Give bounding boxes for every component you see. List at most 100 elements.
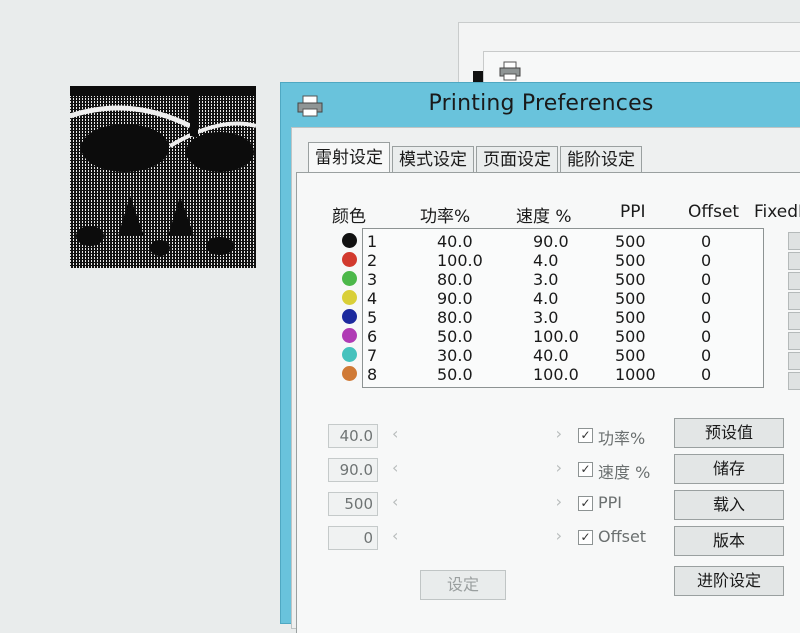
slider-left-arrow[interactable]: ‹ [392, 424, 398, 443]
row-power: 100.0 [437, 251, 483, 270]
header-color: 颜色 [332, 207, 366, 227]
header-power: 功率% [420, 207, 471, 227]
row-index: 7 [367, 346, 378, 365]
slider-right-arrow[interactable]: › [556, 424, 562, 443]
row-index: 6 [367, 327, 378, 346]
slider-right-arrow[interactable]: › [556, 492, 562, 511]
tab-strip: 雷射设定 模式设定 页面设定 能阶设定 [308, 142, 644, 173]
table-row[interactable]: 6 50.0 100.0 500 0 [363, 327, 753, 346]
layer-table[interactable]: 1 40.0 90.0 500 0 2 100.0 4.0 500 0 3 80… [362, 228, 764, 388]
row-index: 5 [367, 308, 378, 327]
color-dot-7 [342, 347, 357, 362]
color-dot-8 [342, 366, 357, 381]
apply-settings-button[interactable]: 设定 [420, 570, 506, 600]
power-checkbox-label: 功率% [598, 429, 646, 448]
speed-value-field[interactable]: 90.0 [328, 458, 378, 482]
fixed-checkbox[interactable] [788, 352, 800, 370]
row-offset: 0 [701, 308, 712, 327]
row-ppi: 500 [615, 327, 646, 346]
row-ppi: 500 [615, 270, 646, 289]
table-row[interactable]: 4 90.0 4.0 500 0 [363, 289, 753, 308]
offset-checkbox[interactable]: ✓ [578, 530, 593, 545]
version-button[interactable]: 版本 [674, 526, 784, 556]
save-button[interactable]: 储存 [674, 454, 784, 484]
row-speed: 100.0 [533, 327, 579, 346]
offset-value-field[interactable]: 0 [328, 526, 378, 550]
header-ppi: PPI [620, 202, 646, 222]
tab-mode-settings[interactable]: 模式设定 [392, 146, 474, 173]
fixed-checkbox[interactable] [788, 292, 800, 310]
fixed-checkbox[interactable] [788, 252, 800, 270]
slider-left-arrow[interactable]: ‹ [392, 458, 398, 477]
row-offset: 0 [701, 327, 712, 346]
fixed-checkbox[interactable] [788, 272, 800, 290]
power-slider[interactable]: ‹ › [392, 424, 562, 446]
power-checkbox[interactable]: ✓ [578, 428, 593, 443]
table-row[interactable]: 7 30.0 40.0 500 0 [363, 346, 753, 365]
load-button[interactable]: 载入 [674, 490, 784, 520]
row-offset: 0 [701, 346, 712, 365]
row-power: 80.0 [437, 270, 473, 289]
row-speed: 4.0 [533, 251, 559, 270]
row-ppi: 500 [615, 346, 646, 365]
color-dot-4 [342, 290, 357, 305]
row-ppi: 500 [615, 251, 646, 270]
tab-energy-settings[interactable]: 能阶设定 [560, 146, 642, 173]
table-row[interactable]: 1 40.0 90.0 500 0 [363, 232, 753, 251]
slider-left-arrow[interactable]: ‹ [392, 492, 398, 511]
row-index: 8 [367, 365, 378, 384]
row-offset: 0 [701, 270, 712, 289]
row-power: 30.0 [437, 346, 473, 365]
ppi-checkbox-label: PPI [598, 493, 623, 512]
tab-laser-settings[interactable]: 雷射设定 [308, 142, 390, 173]
row-power: 80.0 [437, 308, 473, 327]
color-dot-2 [342, 252, 357, 267]
row-power: 90.0 [437, 289, 473, 308]
printer-icon [499, 61, 521, 81]
table-row[interactable]: 5 80.0 3.0 500 0 [363, 308, 753, 327]
advanced-settings-button[interactable]: 进阶设定 [674, 566, 784, 596]
table-row[interactable]: 3 80.0 3.0 500 0 [363, 270, 753, 289]
fixed-checkbox[interactable] [788, 232, 800, 250]
row-ppi: 500 [615, 232, 646, 251]
color-dot-3 [342, 271, 357, 286]
color-dot-1 [342, 233, 357, 248]
row-power: 40.0 [437, 232, 473, 251]
row-offset: 0 [701, 365, 712, 384]
table-row[interactable]: 8 50.0 100.0 1000 0 [363, 365, 753, 384]
header-speed: 速度 % [516, 207, 572, 227]
slider-right-arrow[interactable]: › [556, 526, 562, 545]
fixed-checkbox[interactable] [788, 372, 800, 390]
row-offset: 0 [701, 232, 712, 251]
ppi-value-field[interactable]: 500 [328, 492, 378, 516]
offset-slider[interactable]: ‹ › [392, 526, 562, 548]
fixed-checkbox[interactable] [788, 312, 800, 330]
fixed-checkbox[interactable] [788, 332, 800, 350]
header-offset: Offset [688, 202, 740, 222]
row-offset: 0 [701, 251, 712, 270]
header-fixed: FixedF [754, 202, 800, 222]
row-index: 2 [367, 251, 378, 270]
row-index: 1 [367, 232, 378, 251]
speed-checkbox-label: 速度 % [598, 463, 651, 482]
preset-button[interactable]: 预设值 [674, 418, 784, 448]
row-power: 50.0 [437, 365, 473, 384]
power-value-field[interactable]: 40.0 [328, 424, 378, 448]
engraving-preview-image [70, 86, 256, 268]
row-ppi: 1000 [615, 365, 656, 384]
slider-left-arrow[interactable]: ‹ [392, 526, 398, 545]
dialog-title: Printing Preferences [428, 91, 654, 116]
row-index: 4 [367, 289, 378, 308]
row-speed: 100.0 [533, 365, 579, 384]
row-speed: 3.0 [533, 308, 559, 327]
printing-preferences-dialog: Printing Preferences 雷射设定 模式设定 页面设定 能阶设定… [280, 82, 800, 633]
row-ppi: 500 [615, 308, 646, 327]
tab-page-settings[interactable]: 页面设定 [476, 146, 558, 173]
row-ppi: 500 [615, 289, 646, 308]
table-row[interactable]: 2 100.0 4.0 500 0 [363, 251, 753, 270]
speed-slider[interactable]: ‹ › [392, 458, 562, 480]
ppi-slider[interactable]: ‹ › [392, 492, 562, 514]
ppi-checkbox[interactable]: ✓ [578, 496, 593, 511]
slider-right-arrow[interactable]: › [556, 458, 562, 477]
speed-checkbox[interactable]: ✓ [578, 462, 593, 477]
